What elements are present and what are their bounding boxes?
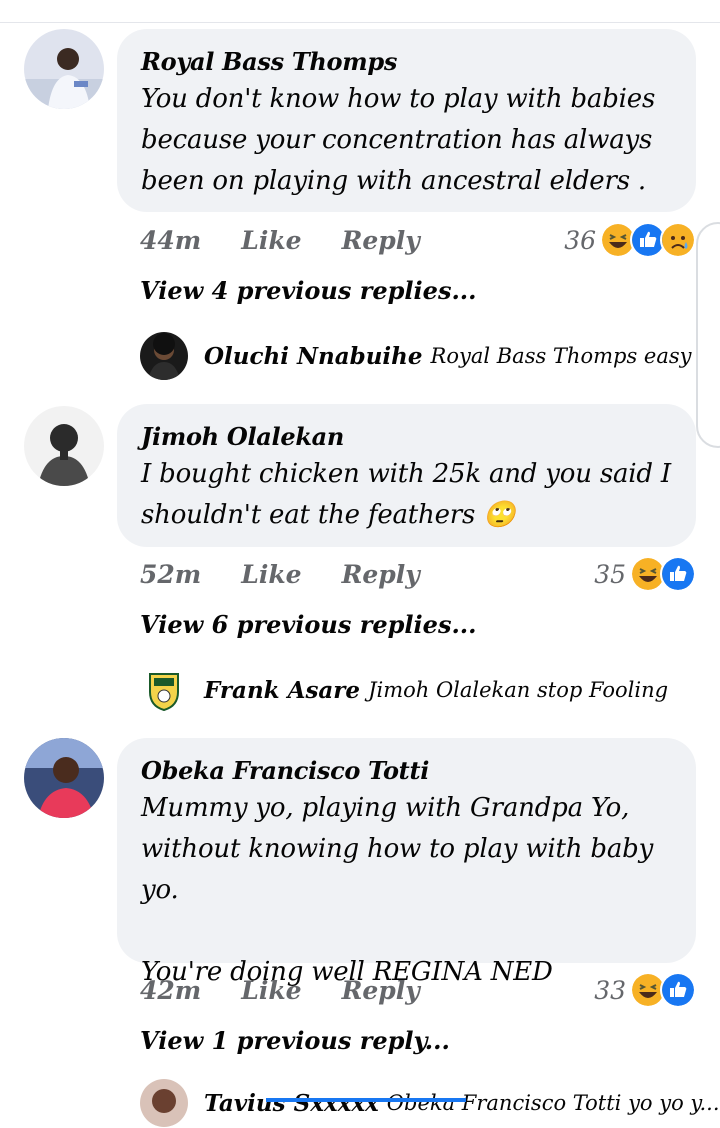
reply-button[interactable]: Reply	[342, 560, 420, 589]
view-previous-replies[interactable]: View 1 previous reply...	[140, 1026, 450, 1055]
reply-avatar[interactable]	[140, 666, 188, 714]
comment-actions: 52m Like Reply	[140, 556, 460, 592]
comment-author[interactable]: Obeka Francisco Totti	[141, 754, 672, 788]
comment-author[interactable]: Jimoh Olalekan	[141, 420, 672, 454]
like-button[interactable]: Like	[241, 976, 301, 1005]
reaction-summary[interactable]: 33	[594, 972, 696, 1008]
comment-time[interactable]: 52m	[140, 560, 201, 589]
comment-text: Mummy yo, playing with Grandpa Yo, witho…	[141, 793, 654, 987]
reply-button[interactable]: Reply	[342, 226, 420, 255]
avatar[interactable]	[24, 406, 104, 486]
reaction-count: 33	[594, 975, 626, 1005]
comment-bubble: Obeka Francisco Totti Mummy yo, playing …	[117, 738, 696, 987]
reaction-summary[interactable]: 36	[564, 222, 696, 258]
reply-author[interactable]: Oluchi Nnabuihe	[204, 343, 423, 370]
comment-text: I bought chicken with 25k and you said I…	[141, 459, 680, 530]
comment-bubble: Royal Bass Thomps You don't know how to …	[117, 29, 696, 212]
comment-bubble: Jimoh Olalekan I bought chicken with 25k…	[117, 404, 696, 547]
view-previous-replies[interactable]: View 6 previous replies...	[140, 610, 477, 639]
comment-time[interactable]: 44m	[140, 226, 201, 255]
side-scroll-panel[interactable]	[696, 222, 720, 448]
avatar[interactable]	[24, 29, 104, 109]
top-divider	[0, 0, 720, 23]
like-icon	[660, 556, 696, 592]
comment-actions: 44m Like Reply	[140, 222, 460, 258]
reply-text: Jimoh Olalekan stop Fooling	[368, 678, 669, 702]
reply-text: Royal Bass Thomps easy Bi...	[430, 344, 720, 368]
reaction-count: 35	[594, 559, 626, 589]
comment-actions: 42m Like Reply	[140, 972, 460, 1008]
scroll-indicator	[266, 1098, 466, 1102]
like-button[interactable]: Like	[241, 226, 301, 255]
comment-author[interactable]: Royal Bass Thomps	[141, 45, 672, 79]
reaction-count: 36	[564, 225, 596, 255]
view-previous-replies[interactable]: View 4 previous replies...	[140, 276, 477, 305]
comment-text: You don't know how to play with babies b…	[141, 84, 664, 196]
reply-author[interactable]: Tavius Sxxxxx	[204, 1090, 379, 1117]
reply-author[interactable]: Frank Asare	[204, 677, 360, 704]
reply-avatar[interactable]	[140, 1079, 188, 1127]
latest-reply[interactable]: Tavius Sxxxxx Obeka Francisco Totti yo y…	[140, 1078, 720, 1128]
reply-button[interactable]: Reply	[342, 976, 420, 1005]
like-icon	[660, 972, 696, 1008]
sad-icon	[660, 222, 696, 258]
latest-reply[interactable]: Oluchi Nnabuihe Royal Bass Thomps easy B…	[140, 331, 720, 381]
latest-reply[interactable]: Frank Asare Jimoh Olalekan stop Fooling	[140, 665, 668, 715]
reply-avatar[interactable]	[140, 332, 188, 380]
avatar[interactable]	[24, 738, 104, 818]
comment-time[interactable]: 42m	[140, 976, 201, 1005]
reaction-summary[interactable]: 35	[594, 556, 696, 592]
like-button[interactable]: Like	[241, 560, 301, 589]
reply-text: Obeka Francisco Totti yo yo y...	[386, 1091, 720, 1115]
